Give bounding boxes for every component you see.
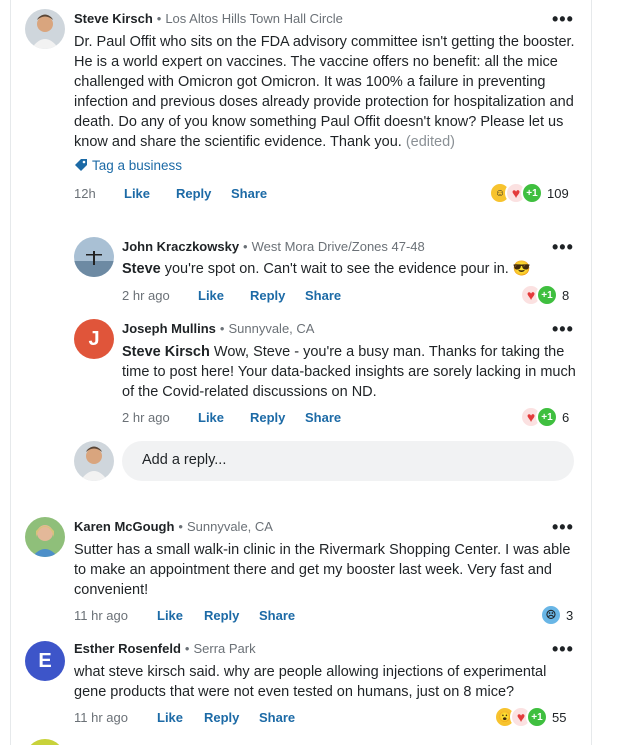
share-button[interactable]: Share <box>231 186 267 201</box>
reaction-count: 109 <box>547 185 569 201</box>
reaction-summary[interactable]: 😮 ♥ +1 55 <box>494 706 566 728</box>
like-button[interactable]: Like <box>198 410 250 425</box>
reaction-summary[interactable]: ☺ ♥ +1 109 <box>489 182 569 204</box>
comment-actions: 2 hr ago Like Reply Share <box>122 288 341 303</box>
avatar[interactable] <box>74 237 114 277</box>
like-button[interactable]: Like <box>124 186 176 201</box>
more-options-icon[interactable]: ••• <box>552 320 574 338</box>
like-button[interactable]: Like <box>157 710 204 725</box>
timestamp: 12h <box>74 186 96 201</box>
comment-actions: 11 hr ago Like Reply Share <box>74 710 295 725</box>
reply-button[interactable]: Reply <box>250 288 305 303</box>
plus-one-reaction-icon: +1 <box>521 182 543 204</box>
author-name[interactable]: Esther Rosenfeld <box>74 641 181 656</box>
like-button[interactable]: Like <box>157 608 204 623</box>
comment-actions: 11 hr ago Like Reply Share <box>74 608 295 623</box>
author-name[interactable]: John Kraczkowsky <box>122 239 239 254</box>
plus-one-reaction-icon: +1 <box>536 406 558 428</box>
reaction-summary[interactable]: ☹ 3 <box>540 604 573 626</box>
tag-business-link[interactable]: Tag a business <box>74 158 182 173</box>
comment-author-line: Joseph Mullins • Sunnyvale, CA <box>122 321 315 336</box>
more-options-icon[interactable]: ••• <box>552 238 574 256</box>
author-location: West Mora Drive/Zones 47-48 <box>251 239 425 254</box>
author-name[interactable]: Karen McGough <box>74 519 174 534</box>
timestamp: 2 hr ago <box>122 410 170 425</box>
comment-actions: 2 hr ago Like Reply Share <box>122 410 341 425</box>
more-options-icon[interactable]: ••• <box>552 518 574 536</box>
plus-one-reaction-icon: +1 <box>536 284 558 306</box>
mention[interactable]: Steve <box>122 261 161 277</box>
avatar[interactable] <box>25 517 65 557</box>
sad-reaction-icon: ☹ <box>540 604 562 626</box>
reply-button[interactable]: Reply <box>204 608 259 623</box>
more-options-icon[interactable]: ••• <box>552 640 574 658</box>
reaction-count: 3 <box>566 607 574 623</box>
comment-text: what steve kirsch said. why are people a… <box>74 664 547 700</box>
mention[interactable]: Steve Kirsch <box>122 344 210 360</box>
timestamp: 11 hr ago <box>74 710 128 725</box>
reaction-count: 6 <box>562 409 570 425</box>
edited-label: (edited) <box>405 134 455 150</box>
comment-author-line: Steve Kirsch • Los Altos Hills Town Hall C… <box>74 11 343 26</box>
comment-author-line: Esther Rosenfeld • Serra Park <box>74 641 256 656</box>
tag-icon <box>75 159 87 171</box>
author-location: Serra Park <box>193 641 256 656</box>
comment-text: Dr. Paul Offit who sits on the FDA advis… <box>74 34 575 150</box>
comment-author-line: John Kraczkowsky • West Mora Drive/Zones 4… <box>122 239 425 254</box>
share-button[interactable]: Share <box>259 608 295 623</box>
comment-text: Sutter has a small walk-in clinic in the… <box>74 542 571 598</box>
avatar[interactable] <box>25 9 65 49</box>
comment-actions: 12h Like Reply Share <box>74 186 267 201</box>
plus-one-reaction-icon: +1 <box>526 706 548 728</box>
author-location: Sunnyvale, CA <box>186 519 273 534</box>
timestamp: 11 hr ago <box>74 608 128 623</box>
avatar[interactable]: J <box>74 319 114 359</box>
more-options-icon[interactable]: ••• <box>552 10 574 28</box>
like-button[interactable]: Like <box>198 288 250 303</box>
timestamp: 2 hr ago <box>122 288 170 303</box>
share-button[interactable]: Share <box>259 710 295 725</box>
author-name[interactable]: Steve Kirsch <box>74 11 153 26</box>
author-location: Sunnyvale, CA <box>228 321 315 336</box>
author-name[interactable]: Joseph Mullins <box>122 321 216 336</box>
author-location: Los Altos Hills Town Hall Circle <box>165 11 343 26</box>
reply-button[interactable]: Reply <box>204 710 259 725</box>
share-button[interactable]: Share <box>305 288 341 303</box>
reply-button[interactable]: Reply <box>176 186 231 201</box>
reaction-summary[interactable]: ♥ +1 6 <box>520 406 569 428</box>
share-button[interactable]: Share <box>305 410 341 425</box>
reaction-count: 8 <box>562 287 570 303</box>
current-user-avatar <box>74 441 114 481</box>
reaction-summary[interactable]: ♥ +1 8 <box>520 284 569 306</box>
avatar[interactable]: E <box>25 641 65 681</box>
reaction-count: 55 <box>552 709 567 725</box>
reply-input[interactable]: Add a reply... <box>122 441 574 481</box>
sunglasses-emoji-icon: 😎 <box>512 261 531 277</box>
comment-text: Steve you're spot on. Can't wait to see … <box>122 261 531 277</box>
comment-author-line: Karen McGough • Sunnyvale, CA <box>74 519 273 534</box>
reply-button[interactable]: Reply <box>250 410 305 425</box>
comment-text: Steve Kirsch Wow, Steve - you're a busy … <box>122 344 576 400</box>
